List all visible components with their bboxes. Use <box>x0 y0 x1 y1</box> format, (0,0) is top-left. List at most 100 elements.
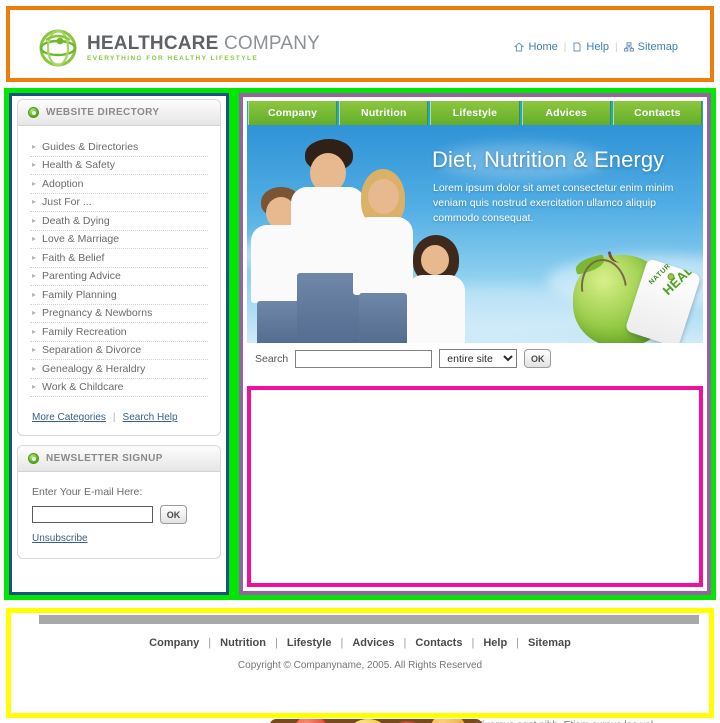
sidebar-item-label: Just For ... <box>42 196 92 208</box>
website-directory-header: WEBSITE DIRECTORY <box>18 100 220 126</box>
fruit-peach <box>430 719 466 723</box>
sidebar-item-genealogy-heraldry[interactable]: ▸ Genealogy & Heraldry <box>30 360 208 379</box>
sidebar-item-parenting-advice[interactable]: ▸ Parenting Advice <box>30 268 208 286</box>
chevron-right-icon: ▸ <box>32 178 37 188</box>
tab-contacts[interactable]: Contacts <box>612 101 703 125</box>
header-nav-help-label: Help <box>586 41 610 53</box>
footer-link-sitemap[interactable]: Sitemap <box>519 637 580 649</box>
sitemap-icon <box>623 42 634 52</box>
search-ok-button[interactable]: OK <box>524 349 552 368</box>
header-nav-sitemap-label: Sitemap <box>637 41 678 53</box>
unsubscribe-link[interactable]: Unsubscribe <box>32 533 88 544</box>
website-directory-title: WEBSITE DIRECTORY <box>46 107 160 118</box>
header-nav-help[interactable]: Help <box>566 41 615 53</box>
main-region: Company Nutrition Lifestyle Advices Cont… <box>234 88 716 723</box>
sidebar-item-work-childcare[interactable]: ▸ Work & Childcare <box>30 379 208 397</box>
chevron-right-icon: ▸ <box>32 326 37 336</box>
sidebar-item-label: Health & Safety <box>42 159 115 171</box>
sidebar-region: WEBSITE DIRECTORY ▸ Guides & Directories… <box>4 88 234 600</box>
chevron-right-icon: ▸ <box>32 252 37 262</box>
logo-title-light: COMPANY <box>223 32 321 54</box>
fruits-image <box>270 719 482 723</box>
logo-title-bold: HEALTHCARE <box>87 32 219 54</box>
bullet-dot-icon <box>28 107 39 118</box>
sidebar-item-label: Family Planning <box>42 288 117 301</box>
sidebar-item-label: Parenting Advice <box>42 270 121 282</box>
sidebar-item-pregnancy-newborns[interactable]: ▸ Pregnancy & Newborns <box>30 305 208 323</box>
footer-link-nutrition[interactable]: Nutrition <box>211 637 275 649</box>
logo-tagline: EVERYTHING FOR HEALTHY LIFESTYLE <box>87 54 259 62</box>
chevron-right-icon: ▸ <box>32 234 37 243</box>
newsletter-signup-panel: NEWSLETTER SIGNUP Enter Your E-mail Here… <box>17 445 221 559</box>
bottom-panels-frame: NUTRITION <box>247 386 703 723</box>
footer-copyright: Copyright © Companyname, 2005. All Right… <box>237 660 483 671</box>
chevron-right-icon: ▸ <box>32 271 37 280</box>
sidebar-item-label: Death & Dying <box>42 214 110 227</box>
newsletter-title: NEWSLETTER SIGNUP <box>46 453 163 464</box>
fruit-banana <box>348 719 388 723</box>
sidebar-item-adoption[interactable]: ▸ Adoption <box>30 175 208 194</box>
sidebar-item-love-marriage[interactable]: ▸ Love & Marriage <box>30 231 208 249</box>
chevron-right-icon: ▸ <box>32 289 37 299</box>
fruit-apple <box>294 719 328 723</box>
tab-advices[interactable]: Advices <box>521 101 611 125</box>
document-icon <box>573 42 581 52</box>
header-nav-home-label: Home <box>528 41 558 53</box>
footer-region: Company | Nutrition | Lifestyle | Advice… <box>6 608 714 718</box>
site-search-bar: Search entire site OK <box>247 343 703 374</box>
search-help-link[interactable]: Search Help <box>123 412 178 423</box>
chevron-right-icon: ▸ <box>32 197 37 206</box>
header-nav-sitemap[interactable]: Sitemap <box>618 41 684 53</box>
sidebar-item-label: Pregnancy & Newborns <box>42 307 153 319</box>
sidebar-item-family-planning[interactable]: ▸ Family Planning <box>30 286 208 305</box>
sidebar-item-label: Family Recreation <box>42 325 127 338</box>
chevron-right-icon: ▸ <box>32 363 37 373</box>
header-nav-home[interactable]: Home <box>508 41 563 53</box>
main-nav-tabs: Company Nutrition Lifestyle Advices Cont… <box>247 101 703 125</box>
chevron-right-icon: ▸ <box>32 215 37 225</box>
hero-title: Diet, Nutrition & Energy <box>432 147 665 172</box>
footer-link-contacts[interactable]: Contacts <box>406 637 471 649</box>
footer-link-company[interactable]: Company <box>140 637 208 649</box>
section-intro-text: Vivamus eget nibh. Etiam cursus leo vel … <box>476 719 680 723</box>
sidebar-item-label: Separation & Divorce <box>42 344 142 356</box>
tab-company[interactable]: Company <box>248 101 338 125</box>
footer-link-lifestyle[interactable]: Lifestyle <box>278 637 341 649</box>
sidebar-item-health-safety[interactable]: ▸ Health & Safety <box>30 157 208 175</box>
newsletter-email-input[interactable] <box>32 506 153 523</box>
website-directory-list: ▸ Guides & Directories ▸ Health & Safety… <box>18 126 220 403</box>
hero-banner: Diet, Nutrition & Energy Lorem ipsum dol… <box>247 125 703 343</box>
sidebar-item-faith-belief[interactable]: ▸ Faith & Belief <box>30 249 208 268</box>
footer-link-advices[interactable]: Advices <box>343 637 403 649</box>
sidebar-item-label: Faith & Belief <box>42 251 105 264</box>
sidebar-item-family-recreation[interactable]: ▸ Family Recreation <box>30 323 208 342</box>
sidebar-item-label: Adoption <box>42 177 84 190</box>
sidebar-item-guides-directories[interactable]: ▸ Guides & Directories <box>30 138 208 157</box>
page-root: HEALTHCARE COMPANY EVERYTHING FOR HEALTH… <box>0 0 720 723</box>
search-scope-select[interactable]: entire site <box>439 349 518 368</box>
directory-footer-links: More Categories | Search Help <box>18 403 220 435</box>
more-categories-link[interactable]: More Categories <box>32 412 106 423</box>
chevron-right-icon: ▸ <box>32 308 37 317</box>
chevron-right-icon: ▸ <box>32 160 37 169</box>
sidebar-item-separation-divorce[interactable]: ▸ Separation & Divorce <box>30 342 208 360</box>
apple-graphic: NATURAL HEALTH <box>573 227 702 343</box>
home-icon <box>514 42 525 52</box>
footer-nav: Company | Nutrition | Lifestyle | Advice… <box>11 637 709 649</box>
sidebar-item-label: Genealogy & Heraldry <box>42 362 146 375</box>
directory-link-separator: | <box>112 412 116 423</box>
tab-nutrition[interactable]: Nutrition <box>339 101 429 125</box>
chevron-right-icon: ▸ <box>32 345 37 354</box>
footer-link-help[interactable]: Help <box>474 637 516 649</box>
newsletter-ok-button[interactable]: OK <box>160 505 187 524</box>
search-input[interactable] <box>295 349 433 368</box>
hero-body-text: Lorem ipsum dolor sit amet consectetur e… <box>433 182 674 224</box>
sidebar-item-label: Work & Childcare <box>42 381 124 393</box>
sidebar-item-just-for[interactable]: ▸ Just For ... <box>30 194 208 212</box>
site-logo[interactable]: HEALTHCARE COMPANY EVERYTHING FOR HEALTH… <box>38 28 320 68</box>
header-nav: Home | Help | Sitemap <box>508 41 684 53</box>
search-label: Search <box>255 352 289 365</box>
footer-divider-bar <box>39 615 699 624</box>
sidebar-item-death-dying[interactable]: ▸ Death & Dying <box>30 212 208 231</box>
tab-lifestyle[interactable]: Lifestyle <box>430 101 520 125</box>
